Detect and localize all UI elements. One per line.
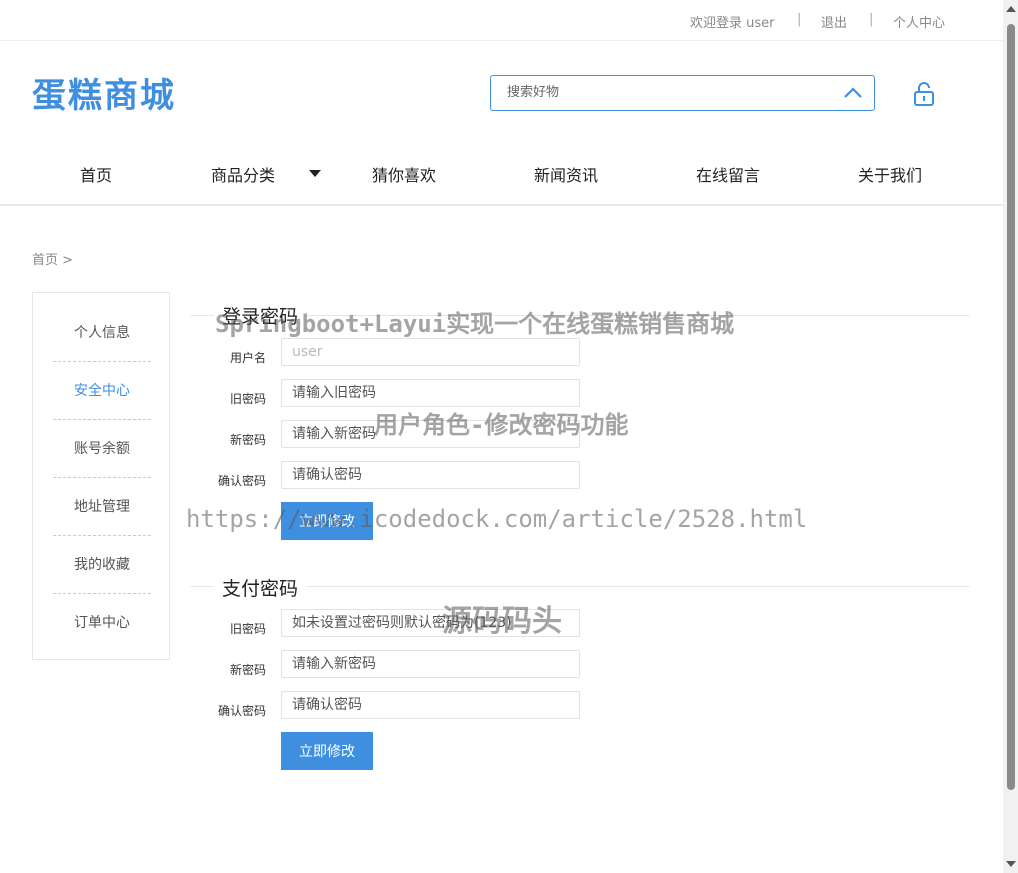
pay-new-password-label: 新密码 — [229, 663, 266, 677]
nav-item-about[interactable]: 关于我们 — [858, 162, 922, 186]
sidebar-item-orders[interactable]: 订单中心 — [53, 594, 151, 652]
chevron-up-icon[interactable] — [842, 84, 864, 102]
sidebar-item-security[interactable]: 安全中心 — [53, 362, 151, 420]
scroll-up-icon[interactable] — [1006, 6, 1016, 12]
watermark-text: https://www.icodedock.com/article/2528.h… — [186, 505, 808, 533]
sidebar-item-balance[interactable]: 账号余额 — [53, 420, 151, 478]
pay-password-title: 支付密码 — [214, 574, 307, 601]
nav-item-categories[interactable]: 商品分类 — [211, 162, 275, 186]
confirm-password-field[interactable] — [281, 461, 580, 489]
logout-link[interactable]: 退出 — [821, 12, 847, 31]
sidebar-item-profile[interactable]: 个人信息 — [53, 304, 151, 362]
pay-old-password-field[interactable] — [281, 609, 580, 637]
pay-confirm-password-label: 确认密码 — [217, 704, 266, 718]
confirm-password-label: 确认密码 — [217, 474, 266, 488]
new-password-field[interactable] — [281, 420, 580, 448]
separator: | — [869, 12, 874, 27]
nav-item-news[interactable]: 新闻资讯 — [534, 162, 598, 186]
pay-old-password-label: 旧密码 — [229, 622, 266, 636]
pay-password-submit-button[interactable]: 立即修改 — [281, 732, 373, 770]
search-box[interactable] — [490, 75, 875, 111]
old-password-label: 旧密码 — [229, 392, 266, 406]
search-input[interactable] — [505, 84, 829, 101]
old-password-field[interactable] — [281, 379, 580, 407]
scrollbar[interactable] — [1003, 0, 1018, 873]
login-password-submit-button[interactable]: 立即修改 — [281, 502, 373, 540]
nav-item-recommend[interactable]: 猜你喜欢 — [372, 162, 436, 186]
username-label: 用户名 — [229, 351, 266, 365]
sidebar-item-address[interactable]: 地址管理 — [53, 478, 151, 536]
breadcrumb[interactable]: 首页 > — [32, 249, 73, 268]
user-center-link[interactable]: 个人中心 — [893, 12, 945, 31]
unlock-icon[interactable] — [912, 81, 936, 107]
login-password-title: 登录密码 — [214, 302, 307, 329]
divider — [190, 586, 970, 587]
username-field[interactable] — [281, 338, 580, 366]
pay-new-password-field[interactable] — [281, 650, 580, 678]
main-nav: 首页 商品分类 猜你喜欢 新闻资讯 在线留言 关于我们 — [0, 150, 1003, 206]
top-bar: 欢迎登录 user | 退出 | 个人中心 — [0, 0, 1018, 41]
divider — [190, 315, 970, 316]
scrollbar-thumb[interactable] — [1007, 24, 1015, 790]
sidebar-item-favorites[interactable]: 我的收藏 — [53, 536, 151, 594]
separator: | — [797, 12, 802, 27]
scroll-down-icon[interactable] — [1006, 861, 1016, 867]
sidebar: 个人信息 安全中心 账号余额 地址管理 我的收藏 订单中心 — [32, 292, 170, 660]
welcome-text: 欢迎登录 user — [690, 16, 775, 31]
pay-confirm-password-field[interactable] — [281, 691, 580, 719]
logo[interactable]: 蛋糕商城 — [32, 68, 176, 117]
nav-item-home[interactable]: 首页 — [80, 162, 112, 186]
new-password-label: 新密码 — [229, 433, 266, 447]
nav-item-messages[interactable]: 在线留言 — [696, 162, 760, 186]
caret-down-icon[interactable] — [309, 170, 321, 177]
